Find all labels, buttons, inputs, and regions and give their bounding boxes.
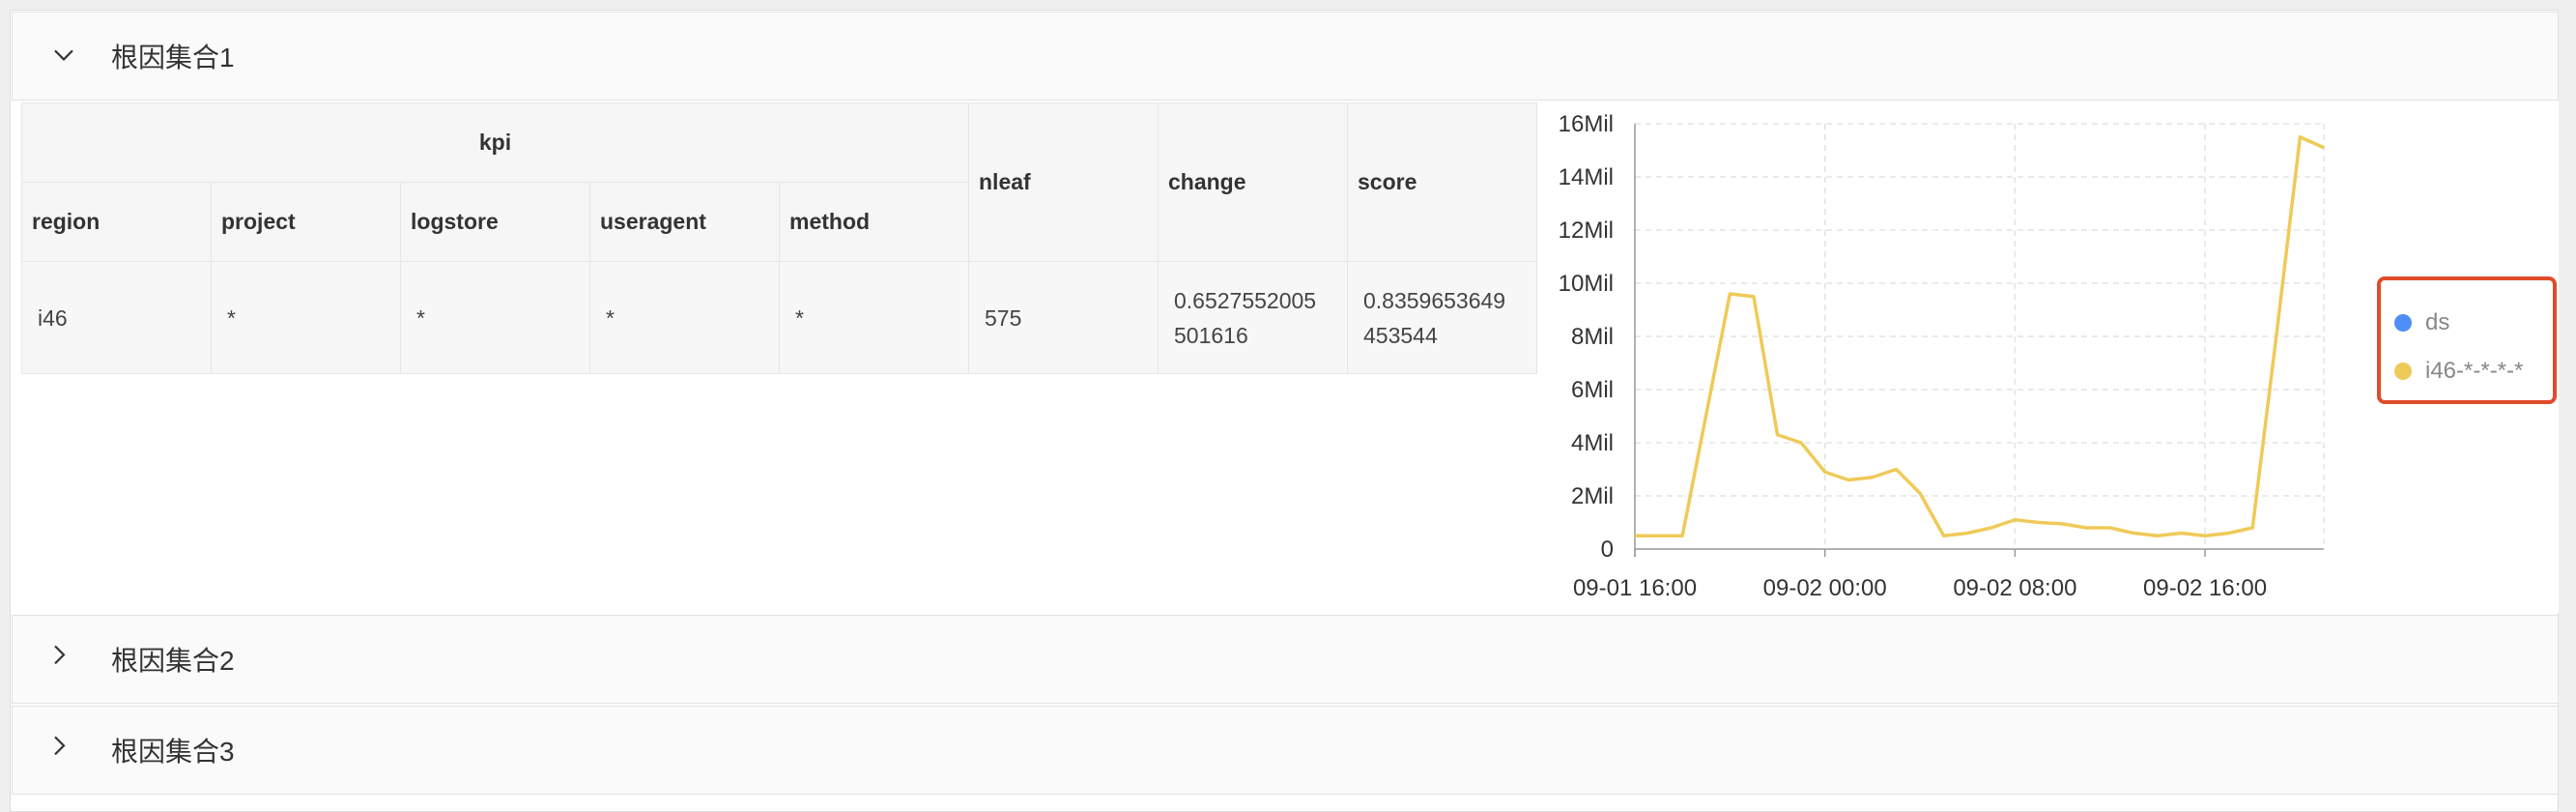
x-tick-label: 09-02 00:00	[1763, 575, 1887, 601]
header-score: score	[1348, 103, 1537, 262]
y-tick-label: 2Mil	[1571, 483, 1614, 509]
y-tick-label: 10Mil	[1559, 271, 1614, 297]
cell-score: 0.8359653649 453544	[1348, 262, 1537, 374]
x-tick-label: 09-02 16:00	[2143, 575, 2267, 601]
x-tick-label: 09-01 16:00	[1573, 575, 1697, 601]
legend-dot-ds	[2394, 314, 2412, 332]
y-tick-label: 14Mil	[1559, 164, 1614, 190]
header-logstore: logstore	[401, 183, 590, 262]
y-tick-label: 6Mil	[1571, 377, 1614, 403]
cell-change-line1: 0.6527552005	[1174, 283, 1337, 318]
header-project: project	[212, 183, 401, 262]
y-tick-label: 16Mil	[1559, 111, 1614, 137]
cell-region: i46	[22, 262, 212, 374]
panel-header-1[interactable]: 根因集合1	[12, 12, 2559, 101]
trend-chart-svg: 0 2Mil 4Mil 6Mil 8Mil 10Mil 12Mil 14Mil 16Mil 09-…	[1522, 101, 2362, 613]
cell-nleaf: 575	[969, 262, 1159, 374]
header-region: region	[22, 183, 212, 262]
cell-score-line2: 453544	[1363, 318, 1527, 353]
legend-label-i46: i46-*-*-*-*	[2425, 358, 2523, 385]
cell-change-line2: 501616	[1174, 318, 1337, 353]
chevron-right-icon	[53, 644, 67, 669]
panel-header-2[interactable]: 根因集合2	[12, 615, 2559, 704]
y-tick-label: 12Mil	[1559, 218, 1614, 244]
legend-item-ds[interactable]: ds	[2394, 309, 2449, 336]
header-change: change	[1159, 103, 1348, 262]
cell-useragent: *	[590, 262, 780, 374]
x-tick-label: 09-02 08:00	[1953, 575, 2076, 601]
root-cause-table: kpi nleaf change score region project lo…	[21, 102, 1537, 374]
table-row: i46 * * * * 575 0.6527552005 501616 0.83…	[22, 262, 1537, 374]
legend-dot-i46	[2394, 362, 2412, 380]
panel-title-3: 根因集合3	[111, 731, 235, 769]
header-kpi: kpi	[22, 103, 969, 183]
cell-method: *	[780, 262, 969, 374]
trend-chart: 0 2Mil 4Mil 6Mil 8Mil 10Mil 12Mil 14Mil 16Mil 09-…	[1522, 101, 2362, 613]
legend-item-i46[interactable]: i46-*-*-*-*	[2394, 358, 2523, 385]
legend-label-ds: ds	[2425, 309, 2449, 336]
chevron-down-icon	[53, 41, 74, 66]
header-method: method	[780, 183, 969, 262]
panel-title-1: 根因集合1	[111, 37, 235, 75]
header-nleaf: nleaf	[969, 103, 1159, 262]
y-tick-label: 8Mil	[1571, 324, 1614, 350]
chart-legend: ds i46-*-*-*-*	[2377, 276, 2557, 404]
cell-change: 0.6527552005 501616	[1159, 262, 1348, 374]
cell-score-line1: 0.8359653649	[1363, 283, 1527, 318]
panel-title-2: 根因集合2	[111, 640, 235, 679]
y-tick-label: 0	[1601, 536, 1614, 563]
chevron-right-icon	[53, 735, 67, 760]
cell-project: *	[212, 262, 401, 374]
cell-logstore: *	[401, 262, 590, 374]
panel-header-3[interactable]: 根因集合3	[12, 706, 2559, 795]
y-tick-label: 4Mil	[1571, 430, 1614, 456]
header-useragent: useragent	[590, 183, 780, 262]
